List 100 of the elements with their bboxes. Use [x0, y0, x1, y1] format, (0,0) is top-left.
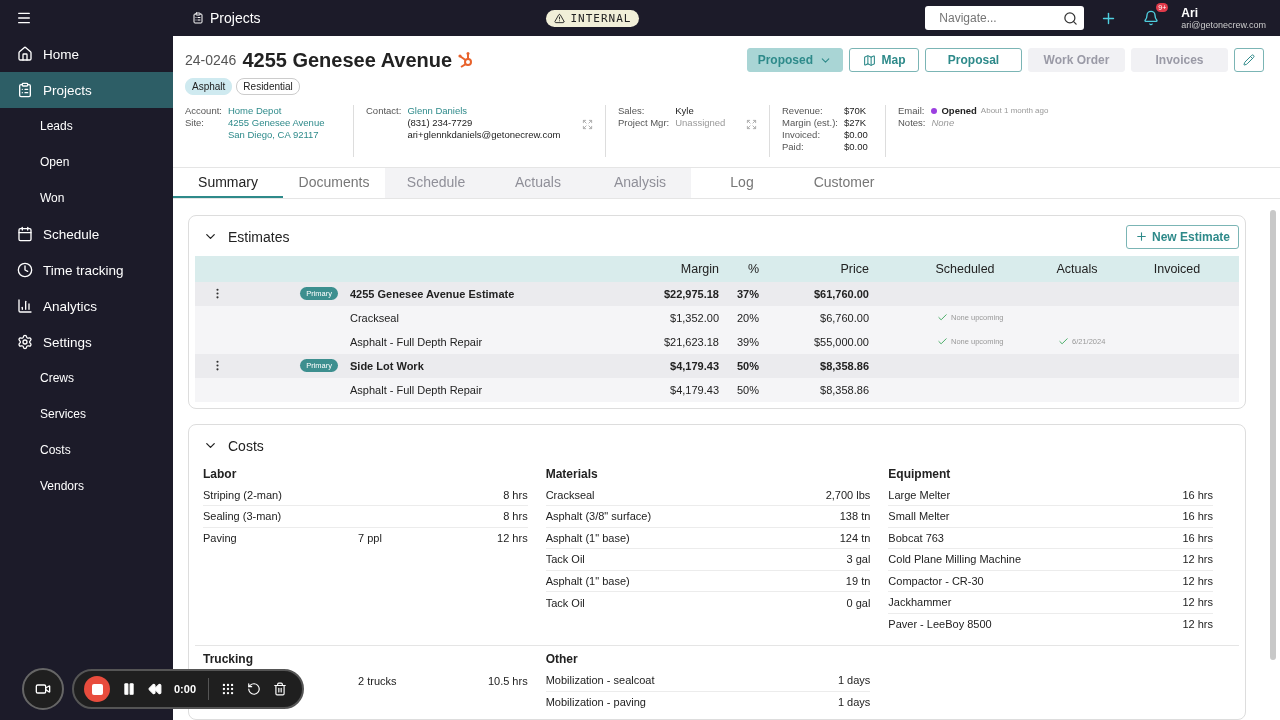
cost-name: Asphalt (1" base): [545, 574, 631, 587]
cost-value: 0 gal: [846, 596, 871, 609]
cost-name: Asphalt (1" base): [545, 531, 631, 544]
cost-value: 16 hrs: [1182, 510, 1213, 523]
field-value: (831) 234-7729: [407, 117, 474, 128]
camera-button[interactable]: [22, 668, 64, 710]
sidebar-subitem[interactable]: Vendors: [0, 468, 173, 504]
sidebar-item[interactable]: Settings: [0, 324, 173, 360]
field-link[interactable]: Home Depot: [227, 105, 341, 116]
sidebar-item[interactable]: Schedule: [0, 216, 173, 252]
estimate-name: Asphalt - Full Depth Repair: [350, 383, 484, 396]
cost-name: Large Melter: [888, 488, 952, 501]
cost-value: 8 hrs: [503, 510, 528, 523]
search-field[interactable]: Navigate...: [925, 6, 1085, 30]
cost-value: 19 tn: [845, 574, 871, 587]
field-label: Margin (est.):: [782, 117, 838, 128]
cost-name: Striping (2-man): [203, 488, 283, 501]
cost-quantity: 2 trucks: [358, 674, 398, 687]
nav-icon: [17, 82, 33, 98]
table-cell-text: 50%: [735, 383, 759, 396]
field-link[interactable]: Glenn Daniels: [407, 105, 574, 116]
field-value: Kyle: [675, 105, 695, 116]
nav-icon: [17, 46, 33, 62]
grid-button[interactable]: [221, 682, 236, 696]
table-cell-text: 50%: [735, 359, 759, 372]
estimate-name: Asphalt - Full Depth Repair: [350, 335, 484, 348]
new-estimate-button[interactable]: New Estimate: [1125, 224, 1239, 249]
table-cell-text: $4,179.43: [669, 359, 719, 372]
search-icon[interactable]: [1063, 10, 1079, 26]
field-label: Email:: [898, 105, 926, 116]
menu-icon[interactable]: [16, 10, 32, 26]
bell-icon[interactable]: [1143, 10, 1160, 26]
action-button[interactable]: Proposed: [746, 48, 843, 72]
field-value: None: [931, 117, 956, 128]
project-title: 4255 Genesee Avenue: [242, 48, 453, 72]
table-cell-text: $55,000.00: [812, 335, 869, 348]
column-header: Margin: [679, 261, 719, 276]
map-icon: [862, 53, 876, 67]
sidebar-subitem[interactable]: Open: [0, 144, 173, 180]
table-cell-text: 37%: [735, 287, 759, 300]
check-icon: [937, 336, 948, 347]
column-header: Price: [839, 261, 869, 276]
restart-button[interactable]: [247, 682, 262, 696]
cost-name: Tack Oil: [545, 596, 586, 609]
page-title: Projects: [210, 10, 261, 26]
pause-button[interactable]: [122, 682, 136, 696]
sidebar-item[interactable]: Analytics: [0, 288, 173, 324]
cost-value: 138 tn: [839, 510, 871, 523]
cost-quantity: 7 ppl: [358, 532, 383, 545]
tab[interactable]: Log: [691, 168, 793, 198]
tab[interactable]: Summary: [173, 168, 283, 198]
cost-value: 8 hrs: [503, 488, 528, 501]
sidebar-item[interactable]: Projects: [0, 72, 173, 108]
tab[interactable]: Customer: [793, 168, 895, 198]
pencil-icon: [1243, 54, 1255, 66]
cost-category: Trucking: [203, 652, 254, 666]
timestamp: About 1 month ago: [980, 106, 1049, 115]
cost-value: 10.5 hrs: [487, 674, 528, 687]
estimate-name: 4255 Genesee Avenue Estimate: [350, 287, 516, 300]
sidebar-subitem[interactable]: Leads: [0, 108, 173, 144]
cost-category: Equipment: [888, 466, 952, 481]
delete-button[interactable]: [273, 682, 288, 696]
cost-value: 12 hrs: [497, 532, 528, 545]
field-label: Contact:: [366, 105, 402, 116]
camera-icon: [35, 681, 51, 697]
table-cell-text: $4,179.43: [669, 383, 719, 396]
tab[interactable]: Documents: [283, 168, 385, 198]
action-button[interactable]: Proposal: [925, 48, 1022, 72]
sidebar-subitem[interactable]: Won: [0, 180, 173, 216]
search-input[interactable]: Navigate...: [937, 10, 1064, 26]
sidebar-item[interactable]: Time tracking: [0, 252, 173, 288]
sidebar-subitem[interactable]: Costs: [0, 432, 173, 468]
table-cell-text: $61,760.00: [812, 287, 869, 300]
environment-badge: INTERNAL: [546, 9, 640, 27]
table-cell-text: $6,760.00: [819, 311, 869, 324]
cost-value: 16 hrs: [1182, 531, 1213, 544]
estimate-name: Crackseal: [350, 311, 400, 324]
action-button[interactable]: Map: [849, 48, 919, 72]
cost-name: Jackhammer: [888, 596, 953, 609]
check-icon: [1058, 336, 1069, 347]
sidebar-subitem[interactable]: Services: [0, 396, 173, 432]
user-name: Ari: [1181, 6, 1199, 20]
stop-button[interactable]: [84, 676, 110, 702]
sidebar-subitem[interactable]: Crews: [0, 360, 173, 396]
field-link[interactable]: 4255 Genesee Avenue: [227, 117, 341, 128]
field-label: Site:: [185, 117, 205, 130]
cost-value: 124 tn: [839, 531, 871, 544]
field-link[interactable]: San Diego, CA 92117: [227, 129, 341, 140]
table-cell-text: $8,358.86: [819, 383, 869, 396]
cost-name: Paver - LeeBoy 8500: [888, 618, 993, 631]
cost-name: Sealing (3-man): [203, 510, 283, 523]
edit-button[interactable]: [1234, 48, 1264, 72]
cost-value: 1 days: [837, 696, 871, 709]
scrollbar[interactable]: [1270, 210, 1276, 660]
rewind-button[interactable]: [148, 682, 162, 696]
cost-value: 12 hrs: [1182, 553, 1213, 566]
check-icon: [937, 312, 948, 323]
table-cell-text: $22,975.18: [662, 287, 719, 300]
field-value: Unassigned: [675, 117, 727, 128]
sidebar-item[interactable]: Home: [0, 36, 173, 72]
